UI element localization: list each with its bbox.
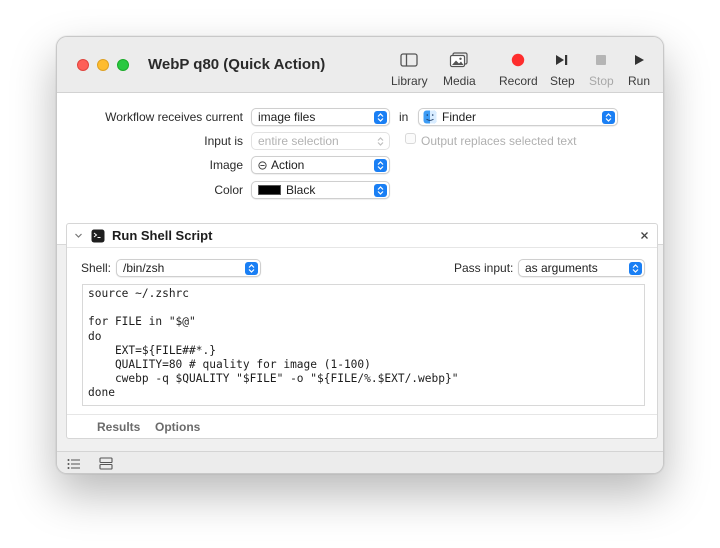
popup-chevron-icon [374, 184, 387, 197]
split-view-icon[interactable] [99, 457, 113, 473]
stop-square-icon [595, 50, 607, 70]
popup-chevron-icon [374, 135, 387, 148]
input-is-label: Input is [204, 134, 243, 148]
run-button[interactable]: Run [628, 50, 650, 90]
stop-label: Stop [589, 74, 614, 88]
stop-button[interactable]: Stop [589, 50, 614, 90]
automator-window: WebP q80 (Quick Action) Library Media Re… [56, 36, 664, 474]
popup-chevron-icon [245, 262, 258, 275]
input-is-value: entire selection [258, 134, 339, 148]
media-photos-icon [449, 50, 469, 70]
tab-options[interactable]: Options [155, 420, 200, 434]
shell-value: /bin/zsh [123, 261, 165, 275]
record-label: Record [499, 74, 538, 88]
shell-label: Shell: [81, 261, 112, 275]
remove-action-close-icon[interactable] [640, 229, 649, 243]
titlebar: WebP q80 (Quick Action) Library Media Re… [57, 37, 663, 93]
script-line: for FILE in "$@" [88, 315, 196, 329]
script-line [88, 301, 639, 315]
media-label: Media [443, 74, 476, 88]
finder-icon [423, 110, 437, 124]
application-popup[interactable]: Finder [418, 108, 618, 126]
receives-label: Workflow receives current [105, 110, 243, 124]
image-label: Image [209, 158, 243, 172]
play-icon [633, 50, 645, 70]
script-line: cwebp -q $QUALITY "$FILE" -o "${FILE/%.$… [88, 372, 459, 386]
color-swatch [258, 185, 281, 195]
tab-results[interactable]: Results [97, 420, 140, 434]
library-label: Library [391, 74, 428, 88]
color-value: Black [286, 183, 316, 197]
output-replaces-label: Output replaces selected text [421, 134, 577, 148]
popup-chevron-icon [602, 111, 615, 124]
script-line: QUALITY=80 # quality for image (1-100) [88, 357, 371, 371]
script-editor[interactable]: source ~/.zshrc for FILE in "$@" do EXT=… [82, 284, 645, 406]
action-footer-tabs: Results Options [67, 414, 657, 440]
shell-popup[interactable]: /bin/zsh [116, 259, 261, 277]
script-line: source ~/.zshrc [88, 287, 190, 300]
image-value: Action [271, 158, 305, 172]
popup-chevron-icon [629, 262, 642, 275]
gear-small-icon [258, 160, 267, 170]
color-label: Color [214, 183, 243, 197]
script-line: done [88, 386, 115, 400]
in-label: in [399, 110, 409, 124]
minimize-window-button[interactable] [97, 59, 109, 71]
input-is-popup[interactable]: entire selection [251, 132, 390, 150]
color-popup[interactable]: Black [251, 181, 390, 199]
run-label: Run [628, 74, 651, 88]
library-icon [400, 50, 418, 70]
script-line: EXT=${FILE##*.} [88, 343, 216, 357]
receives-type-value: image files [258, 110, 316, 124]
bottom-bar [57, 451, 663, 473]
action-header: Run Shell Script [67, 224, 657, 248]
popup-chevron-icon [374, 159, 387, 172]
pass-input-value: as arguments [525, 261, 598, 275]
popup-chevron-icon [374, 111, 387, 124]
application-value: Finder [442, 110, 477, 124]
record-dot-icon [511, 50, 525, 70]
library-button[interactable]: Library [391, 50, 428, 90]
terminal-icon [91, 229, 105, 246]
close-window-button[interactable] [77, 59, 89, 71]
step-button[interactable]: Step [550, 50, 575, 90]
list-view-icon[interactable] [67, 458, 81, 473]
run-shell-script-action: Run Shell Script Shell: /bin/zsh Pass in… [66, 223, 658, 439]
pass-input-popup[interactable]: as arguments [518, 259, 645, 277]
output-replaces-checkbox[interactable] [405, 133, 416, 144]
collapse-chevron-icon[interactable] [74, 229, 83, 243]
pass-input-label: Pass input: [454, 261, 514, 275]
zoom-window-button[interactable] [117, 59, 129, 71]
record-button[interactable]: Record [499, 50, 538, 90]
media-button[interactable]: Media [443, 50, 476, 90]
step-label: Step [550, 74, 575, 88]
receives-type-popup[interactable]: image files [251, 108, 390, 126]
step-forward-icon [555, 50, 569, 70]
image-popup[interactable]: Action [251, 156, 390, 174]
window-title: WebP q80 (Quick Action) [148, 56, 326, 73]
script-line: do [88, 329, 102, 343]
action-title: Run Shell Script [112, 228, 213, 243]
